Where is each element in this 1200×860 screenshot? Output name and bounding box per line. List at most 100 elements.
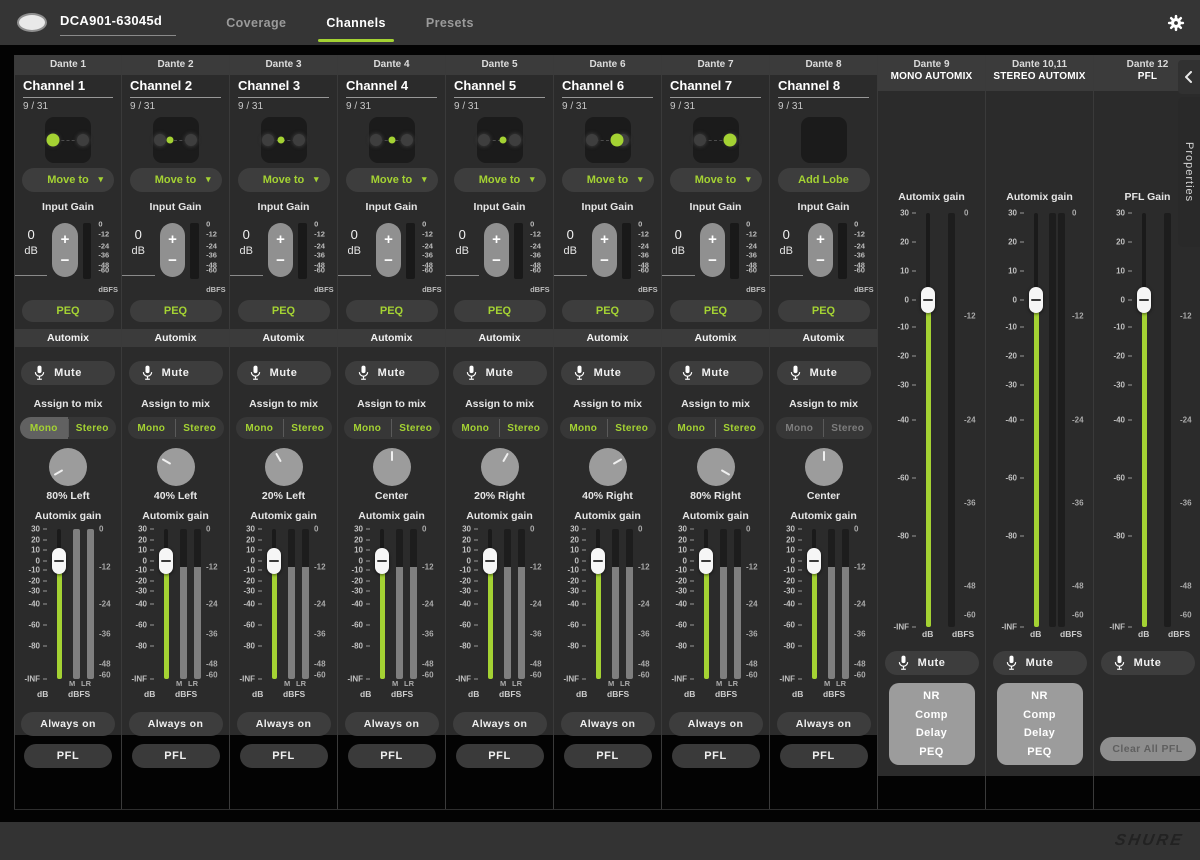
input-gain-value[interactable]: 0 dB	[446, 218, 479, 276]
fader-handle[interactable]	[375, 548, 389, 574]
mute-button[interactable]: Mute	[561, 361, 655, 385]
automix-gain-fader[interactable]	[806, 529, 822, 679]
mono-option[interactable]: Mono	[20, 417, 68, 439]
fader-handle[interactable]	[699, 548, 713, 574]
pfl-button[interactable]: PFL	[240, 744, 328, 768]
gain-decrease-button[interactable]: −	[160, 250, 186, 277]
stereo-option[interactable]: Stereo	[716, 417, 764, 439]
gain-decrease-button[interactable]: −	[808, 250, 834, 277]
stereo-option[interactable]: Stereo	[500, 417, 548, 439]
mute-button[interactable]: Mute	[777, 361, 871, 385]
always-on-button[interactable]: Always on	[669, 712, 763, 736]
move-to-button[interactable]: Move to ▾	[22, 168, 114, 192]
fader-handle[interactable]	[807, 548, 821, 574]
comp-button[interactable]: Comp	[997, 709, 1083, 721]
input-gain-value[interactable]: 0 dB	[15, 218, 47, 276]
comp-button[interactable]: Comp	[889, 709, 975, 721]
peq-button[interactable]: PEQ	[562, 300, 654, 322]
move-to-button[interactable]: Move to ▾	[562, 168, 654, 192]
move-to-button[interactable]: Move to ▾	[670, 168, 762, 192]
pan-knob[interactable]	[805, 448, 843, 486]
pan-knob[interactable]	[481, 448, 519, 486]
lobe-position-tile[interactable]	[693, 117, 739, 163]
move-to-button[interactable]: Move to ▾	[238, 168, 330, 192]
delay-button[interactable]: Delay	[997, 727, 1083, 739]
pfl-button[interactable]: PFL	[780, 744, 868, 768]
automix-gain-fader[interactable]	[698, 529, 714, 679]
move-to-button[interactable]: Add Lobe ▾	[778, 168, 870, 192]
mute-button[interactable]: Mute	[129, 361, 223, 385]
gain-increase-button[interactable]: +	[808, 223, 834, 250]
gain-increase-button[interactable]: +	[700, 223, 726, 250]
move-to-button[interactable]: Move to ▾	[346, 168, 438, 192]
output-gain-fader[interactable]	[1028, 213, 1044, 627]
mute-button[interactable]: Mute	[21, 361, 115, 385]
lobe-position-tile[interactable]	[585, 117, 631, 163]
peq-button[interactable]: PEQ	[22, 300, 114, 322]
automix-gain-fader[interactable]	[482, 529, 498, 679]
automix-gain-fader[interactable]	[266, 529, 282, 679]
fader-handle[interactable]	[52, 548, 66, 574]
pan-knob[interactable]	[373, 448, 411, 486]
peq-button[interactable]: PEQ	[670, 300, 762, 322]
fader-handle[interactable]	[1137, 287, 1151, 313]
tab-channels[interactable]: Channels	[324, 0, 387, 45]
pan-knob[interactable]	[697, 448, 735, 486]
device-name[interactable]: DCA901-63045d	[60, 9, 176, 36]
mono-option[interactable]: Mono	[452, 417, 500, 439]
stereo-option[interactable]: Stereo	[176, 417, 224, 439]
mono-option[interactable]: Mono	[560, 417, 608, 439]
peq-button[interactable]: PEQ	[889, 746, 975, 758]
lobe-position-tile[interactable]	[369, 117, 415, 163]
gain-increase-button[interactable]: +	[160, 223, 186, 250]
mono-option[interactable]: Mono	[128, 417, 176, 439]
gain-decrease-button[interactable]: −	[592, 250, 618, 277]
input-gain-value[interactable]: 0 dB	[554, 218, 587, 276]
output-gain-fader[interactable]	[920, 213, 936, 627]
stereo-option[interactable]: Stereo	[284, 417, 332, 439]
pfl-button[interactable]: PFL	[672, 744, 760, 768]
automix-gain-fader[interactable]	[590, 529, 606, 679]
always-on-button[interactable]: Always on	[237, 712, 331, 736]
stereo-option[interactable]: Stereo	[392, 417, 440, 439]
tab-presets[interactable]: Presets	[424, 0, 476, 45]
mute-button[interactable]: Mute	[237, 361, 331, 385]
peq-button[interactable]: PEQ	[778, 300, 870, 322]
mono-option[interactable]: Mono	[668, 417, 716, 439]
pan-knob[interactable]	[157, 448, 195, 486]
gain-increase-button[interactable]: +	[376, 223, 402, 250]
gain-increase-button[interactable]: +	[52, 223, 78, 250]
mute-button[interactable]: Mute	[1101, 651, 1195, 675]
pan-knob[interactable]	[589, 448, 627, 486]
pfl-button[interactable]: PFL	[348, 744, 436, 768]
mute-button[interactable]: Mute	[345, 361, 439, 385]
fader-handle[interactable]	[921, 287, 935, 313]
mute-button[interactable]: Mute	[669, 361, 763, 385]
nr-button[interactable]: NR	[889, 690, 975, 702]
pfl-button[interactable]: PFL	[456, 744, 544, 768]
peq-button[interactable]: PEQ	[997, 746, 1083, 758]
pan-knob[interactable]	[49, 448, 87, 486]
peq-button[interactable]: PEQ	[454, 300, 546, 322]
stereo-option[interactable]: Stereo	[824, 417, 872, 439]
input-gain-value[interactable]: 0 dB	[662, 218, 695, 276]
gain-increase-button[interactable]: +	[484, 223, 510, 250]
gain-increase-button[interactable]: +	[592, 223, 618, 250]
mono-option[interactable]: Mono	[776, 417, 824, 439]
lobe-position-tile[interactable]	[153, 117, 199, 163]
peq-button[interactable]: PEQ	[238, 300, 330, 322]
output-gain-fader[interactable]	[1136, 213, 1152, 627]
lobe-position-tile[interactable]	[261, 117, 307, 163]
mono-option[interactable]: Mono	[236, 417, 284, 439]
pfl-button[interactable]: PFL	[564, 744, 652, 768]
lobe-position-tile[interactable]	[45, 117, 91, 163]
settings-gear-icon[interactable]	[1167, 14, 1185, 32]
always-on-button[interactable]: Always on	[777, 712, 871, 736]
gain-decrease-button[interactable]: −	[376, 250, 402, 277]
fader-handle[interactable]	[1029, 287, 1043, 313]
peq-button[interactable]: PEQ	[130, 300, 222, 322]
always-on-button[interactable]: Always on	[21, 712, 115, 736]
pfl-button[interactable]: PFL	[132, 744, 220, 768]
move-to-button[interactable]: Move to ▾	[130, 168, 222, 192]
gain-decrease-button[interactable]: −	[52, 250, 78, 277]
